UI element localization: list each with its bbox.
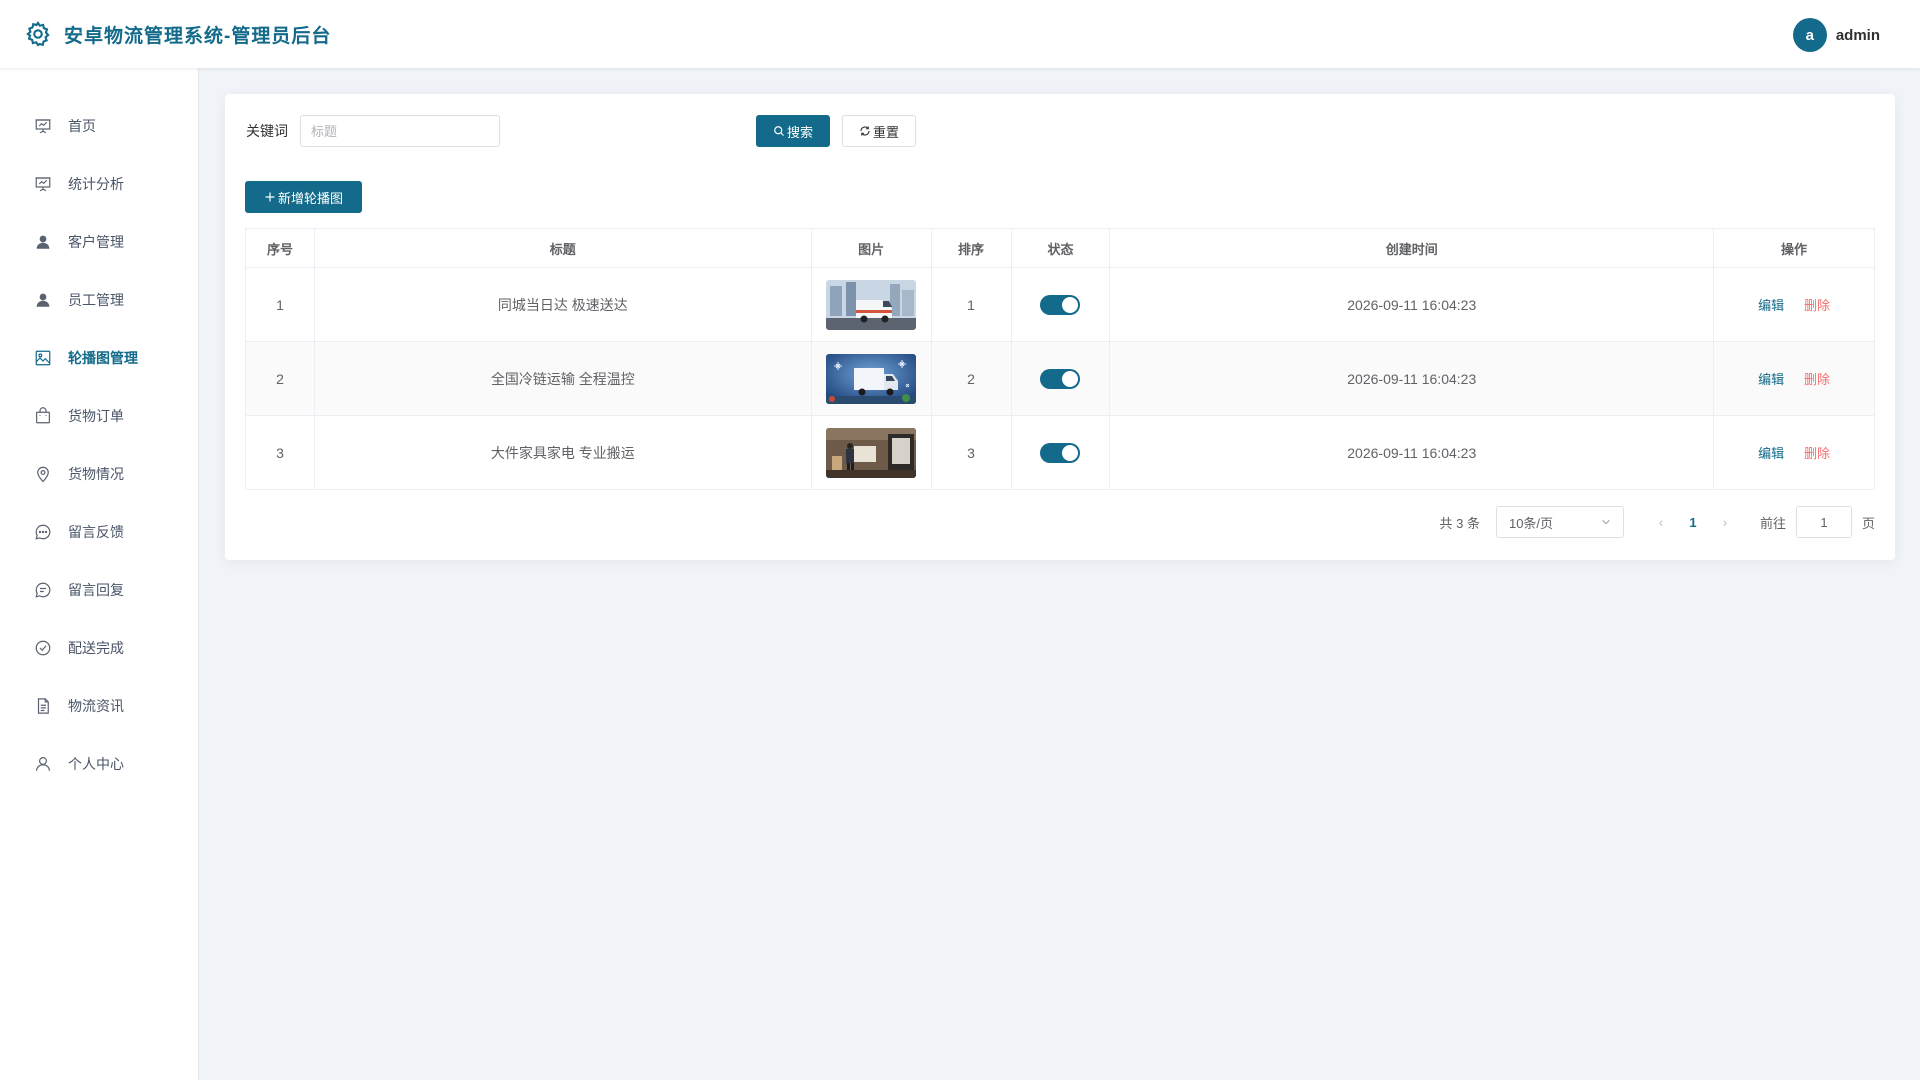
status-toggle[interactable]	[1040, 442, 1081, 463]
delete-button[interactable]: 删除	[1804, 298, 1830, 313]
next-page-button[interactable]: ›	[1710, 514, 1740, 530]
keyword-input[interactable]	[300, 115, 500, 147]
row-created: 2026-09-11 16:04:23	[1109, 415, 1715, 490]
col-actions: 操作	[1713, 228, 1875, 268]
search-icon	[774, 126, 784, 136]
delete-button[interactable]: 删除	[1804, 446, 1830, 461]
chevron-down-icon	[1602, 519, 1610, 525]
edit-button[interactable]: 编辑	[1758, 372, 1784, 387]
delete-button[interactable]: 删除	[1804, 372, 1830, 387]
edit-button[interactable]: 编辑	[1758, 298, 1784, 313]
row-title: 同城当日达 极速送达	[313, 267, 812, 342]
movers-carrying-furniture-photo[interactable]	[826, 427, 917, 478]
pagination: 共 3 条 10条/页 ‹ 1 › 前往 页	[1439, 506, 1875, 538]
row-created: 2026-09-11 16:04:23	[1109, 341, 1715, 416]
row-title: 大件家具家电 专业搬运	[313, 415, 812, 490]
user-filled-icon	[36, 293, 50, 307]
sidebar-item-cargo-status[interactable]: 货物情况	[0, 445, 199, 503]
row-sort: 2	[930, 341, 1012, 416]
status-toggle[interactable]	[1040, 368, 1081, 389]
page-size-select[interactable]: 10条/页	[1495, 506, 1624, 538]
row-sort: 1	[930, 267, 1012, 342]
col-sort: 排序	[930, 228, 1012, 268]
picture-icon	[35, 350, 51, 366]
presentation-board-icon	[35, 119, 51, 134]
sidebar-item-home[interactable]: 首页	[0, 97, 199, 155]
edit-button[interactable]: 编辑	[1758, 446, 1784, 461]
user-menu[interactable]: a admin	[1792, 18, 1880, 52]
sidebar-item-delivered[interactable]: 配送完成	[0, 619, 199, 677]
sidebar-item-replies[interactable]: 留言回复	[0, 561, 199, 619]
goto-page: 前往 页	[1760, 506, 1875, 538]
chat-dots-icon	[35, 524, 51, 540]
row-index: 3	[245, 415, 315, 490]
content-card: 关键词 搜索 重置 新增轮播图 序号 标题 图片 排序 状态 创建时间 操作 1	[225, 94, 1895, 560]
gear-icon	[26, 21, 50, 47]
row-sort: 3	[930, 415, 1012, 490]
app-title: 安卓物流管理系统-管理员后台	[64, 25, 332, 47]
table-row: 3 大件家具家电 专业搬运 3 2026-09-11 16:04:23 编辑 删…	[245, 415, 1875, 490]
total-count: 共 3 条	[1439, 515, 1480, 531]
user-filled-icon	[36, 235, 50, 249]
top-header: 安卓物流管理系统-管理员后台 a admin	[0, 0, 1920, 68]
status-toggle[interactable]	[1040, 294, 1081, 315]
add-carousel-button[interactable]: 新增轮播图	[245, 181, 362, 213]
table-row: 2 全国冷链运输 全程温控 2 2026-09-11 16:04:23 编辑 删…	[245, 341, 1875, 416]
sidebar-item-employees[interactable]: 员工管理	[0, 271, 199, 329]
shopping-bag-icon	[36, 407, 50, 424]
search-bar: 关键词	[246, 115, 500, 147]
row-created: 2026-09-11 16:04:23	[1109, 267, 1715, 342]
refrigerated-truck-snowflake-photo[interactable]	[826, 353, 917, 404]
user-outline-icon	[36, 757, 50, 771]
page-suffix: 页	[1861, 515, 1875, 531]
white-delivery-van-city-photo[interactable]	[826, 279, 917, 330]
col-title: 标题	[313, 228, 812, 268]
chat-lines-icon	[35, 582, 51, 598]
col-index: 序号	[245, 228, 315, 268]
table-row: 1 同城当日达 极速送达 1 2026-09-11 16:04:23 编辑 删除	[245, 267, 1875, 342]
goto-page-input[interactable]	[1795, 506, 1852, 538]
col-status: 状态	[1010, 228, 1111, 268]
refresh-icon	[860, 126, 870, 136]
sidebar-item-profile[interactable]: 个人中心	[0, 735, 199, 793]
brand: 安卓物流管理系统-管理员后台	[24, 20, 331, 48]
presentation-board-icon	[35, 177, 51, 192]
prev-page-button[interactable]: ‹	[1646, 514, 1676, 530]
circle-check-icon	[35, 640, 51, 656]
sidebar-item-orders[interactable]: 货物订单	[0, 387, 199, 445]
carousel-table: 序号 标题 图片 排序 状态 创建时间 操作 1 同城当日达 极速送达 1 20…	[245, 228, 1875, 490]
plus-icon	[265, 192, 275, 202]
avatar[interactable]: a	[1792, 18, 1827, 52]
username[interactable]: admin	[1836, 27, 1880, 44]
row-index: 1	[245, 267, 315, 342]
row-title: 全国冷链运输 全程温控	[313, 341, 812, 416]
page-number[interactable]: 1	[1676, 515, 1710, 530]
location-pin-icon	[37, 466, 49, 483]
search-button[interactable]: 搜索	[756, 115, 830, 147]
sidebar-item-carousel[interactable]: 轮播图管理	[0, 329, 199, 387]
goto-label: 前往	[1759, 515, 1786, 531]
reset-button[interactable]: 重置	[842, 115, 916, 147]
document-icon	[37, 698, 49, 714]
sidebar-item-customers[interactable]: 客户管理	[0, 213, 199, 271]
table-header-row: 序号 标题 图片 排序 状态 创建时间 操作	[245, 228, 1875, 268]
col-image: 图片	[810, 228, 932, 268]
keyword-label: 关键词	[246, 123, 288, 139]
sidebar-item-statistics[interactable]: 统计分析	[0, 155, 199, 213]
sidebar-item-feedback[interactable]: 留言反馈	[0, 503, 199, 561]
sidebar: 首页 统计分析 客户管理 员工管理 轮播图管理 货物订单 货物情况 留言反馈 留…	[0, 68, 199, 1080]
row-index: 2	[245, 341, 315, 416]
sidebar-item-news[interactable]: 物流资讯	[0, 677, 199, 735]
col-created: 创建时间	[1109, 228, 1715, 268]
